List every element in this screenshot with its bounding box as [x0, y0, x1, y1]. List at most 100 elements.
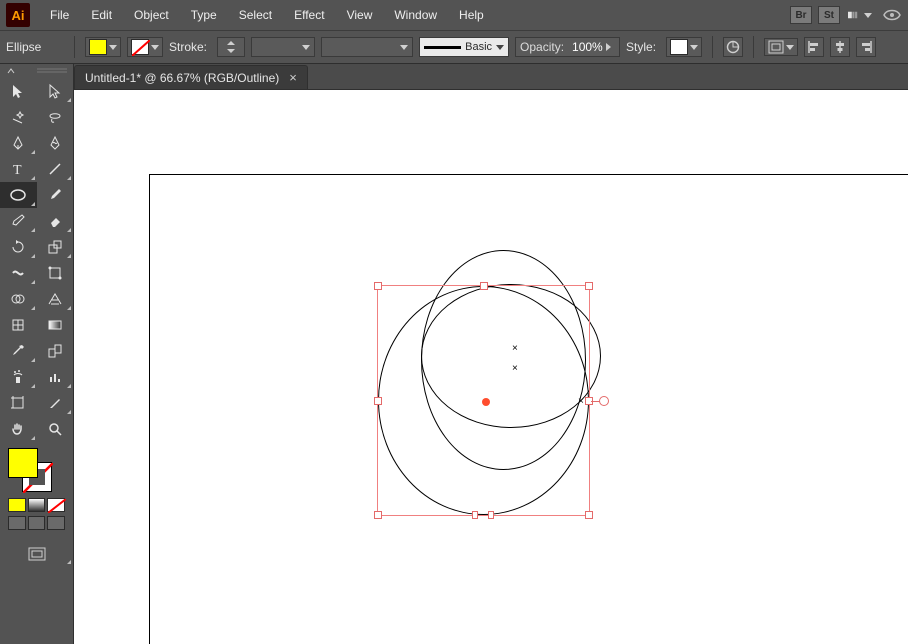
align-hcenter-button[interactable]	[830, 37, 850, 57]
color-mode-gradient[interactable]	[28, 498, 46, 512]
color-mode-none-icon[interactable]	[47, 498, 65, 512]
canvas[interactable]: × × ×	[74, 90, 908, 644]
control-bar: Ellipse Stroke: Basic Opacity: 100% Styl…	[0, 30, 908, 64]
recolor-artwork-button[interactable]	[723, 37, 743, 57]
color-mode-row	[0, 498, 73, 516]
chevron-down-icon	[864, 13, 872, 18]
magic-wand-tool[interactable]	[0, 104, 37, 130]
menu-help[interactable]: Help	[449, 4, 494, 26]
chevron-right-icon	[606, 43, 619, 51]
shaper-tool[interactable]	[0, 208, 37, 234]
style-label: Style:	[626, 40, 656, 54]
draw-behind-button[interactable]	[28, 516, 46, 530]
chevron-down-icon	[400, 45, 408, 50]
eraser-tool[interactable]	[37, 208, 74, 234]
blend-tool[interactable]	[37, 338, 74, 364]
menu-view[interactable]: View	[337, 4, 383, 26]
menu-effect[interactable]: Effect	[284, 4, 334, 26]
chevron-down-icon	[109, 45, 117, 50]
resize-handle[interactable]	[374, 511, 382, 519]
menu-object[interactable]: Object	[124, 4, 179, 26]
color-mode-solid[interactable]	[8, 498, 26, 512]
rotate-tool[interactable]	[0, 234, 37, 260]
panel-collapse-button[interactable]	[0, 64, 73, 78]
resize-handle[interactable]	[374, 397, 382, 405]
document-tab-title: Untitled-1* @ 66.67% (RGB/Outline)	[85, 71, 279, 85]
stroke-swatch-dropdown[interactable]	[127, 37, 163, 57]
tools-panel: T	[0, 64, 74, 644]
slice-tool[interactable]	[37, 390, 74, 416]
brush-definition-dropdown[interactable]	[321, 37, 413, 57]
opacity-label: Opacity:	[516, 40, 568, 54]
draw-normal-button[interactable]	[8, 516, 26, 530]
menu-bar: Ai File Edit Object Type Select Effect V…	[0, 0, 908, 30]
stock-chip-icon[interactable]: St	[818, 6, 840, 24]
anchor-x-mark-icon: ×	[578, 397, 584, 407]
artboard-tool[interactable]	[0, 390, 37, 416]
anchor-x-mark-icon: ×	[512, 344, 518, 354]
symbol-sprayer-tool[interactable]	[0, 364, 37, 390]
anchor-x-mark-icon: ×	[512, 364, 518, 374]
bridge-chip-icon[interactable]: Br	[790, 6, 812, 24]
grip-icon	[37, 68, 67, 74]
screen-mode-button[interactable]	[0, 542, 73, 566]
lasso-tool[interactable]	[37, 104, 74, 130]
menu-type[interactable]: Type	[181, 4, 227, 26]
eyedropper-tool[interactable]	[0, 338, 37, 364]
width-tool[interactable]	[0, 260, 37, 286]
graphic-style-dropdown[interactable]	[666, 37, 702, 57]
menu-window[interactable]: Window	[384, 4, 447, 26]
style-swatch	[670, 39, 688, 55]
opacity-value: 100%	[568, 40, 606, 54]
svg-text:T: T	[13, 163, 22, 177]
column-graph-tool[interactable]	[37, 364, 74, 390]
align-right-button[interactable]	[856, 37, 876, 57]
curvature-tool[interactable]	[37, 130, 74, 156]
menu-file[interactable]: File	[40, 4, 79, 26]
align-left-button[interactable]	[804, 37, 824, 57]
gpu-preview-icon[interactable]	[882, 6, 902, 24]
variable-width-profile-dropdown[interactable]	[251, 37, 315, 57]
stroke-weight-field[interactable]	[217, 37, 245, 57]
paintbrush-tool[interactable]	[37, 182, 74, 208]
brush-preview-dropdown[interactable]: Basic	[419, 37, 509, 57]
current-tool-label: Ellipse	[6, 40, 60, 54]
menu-select[interactable]: Select	[229, 4, 282, 26]
gradient-tool[interactable]	[37, 312, 74, 338]
selection-center-icon	[482, 398, 490, 406]
resize-handle[interactable]	[374, 282, 382, 290]
line-segment-tool[interactable]	[37, 156, 74, 182]
align-to-dropdown[interactable]	[764, 38, 798, 56]
resize-handle[interactable]	[480, 282, 488, 290]
menu-edit[interactable]: Edit	[81, 4, 122, 26]
shape-builder-tool[interactable]	[0, 286, 37, 312]
perspective-grid-tool[interactable]	[37, 286, 74, 312]
resize-handle[interactable]	[585, 511, 593, 519]
arrange-documents-button[interactable]	[848, 6, 872, 24]
free-transform-tool[interactable]	[37, 260, 74, 286]
fill-indicator[interactable]	[8, 448, 38, 478]
opacity-field[interactable]: Opacity: 100%	[515, 37, 620, 57]
pie-handles[interactable]	[472, 511, 494, 519]
swap-fill-stroke-icon[interactable]	[40, 446, 54, 460]
scale-tool[interactable]	[37, 234, 74, 260]
chevron-down-icon	[302, 45, 310, 50]
draw-inside-button[interactable]	[47, 516, 65, 530]
type-tool[interactable]: T	[0, 156, 37, 182]
fill-swatch-dropdown[interactable]	[85, 37, 121, 57]
close-tab-button[interactable]: ×	[289, 70, 297, 85]
document-tab-strip: Untitled-1* @ 66.67% (RGB/Outline) ×	[74, 64, 908, 90]
stroke-swatch-none-icon	[131, 39, 149, 55]
direct-selection-tool[interactable]	[37, 78, 74, 104]
screen-mode-row	[0, 516, 73, 534]
fill-stroke-control[interactable]	[0, 442, 73, 498]
resize-handle[interactable]	[585, 282, 593, 290]
rotate-handle[interactable]	[599, 396, 609, 406]
ellipse-tool[interactable]	[0, 182, 37, 208]
pen-tool[interactable]	[0, 130, 37, 156]
document-tab[interactable]: Untitled-1* @ 66.67% (RGB/Outline) ×	[74, 65, 308, 89]
selection-tool[interactable]	[0, 78, 37, 104]
hand-tool[interactable]	[0, 416, 37, 442]
zoom-tool[interactable]	[37, 416, 74, 442]
mesh-tool[interactable]	[0, 312, 37, 338]
